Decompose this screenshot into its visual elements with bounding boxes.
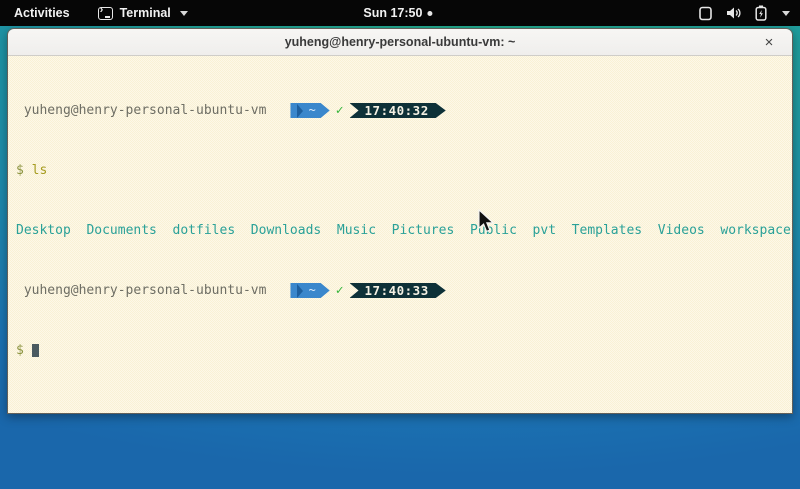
ls-entry: workspace (720, 223, 790, 238)
prompt-path: ~ (308, 283, 315, 298)
powerline-time-segment: 17:40:32 (350, 103, 446, 118)
ls-entry: pvt (533, 223, 556, 238)
activities-label: Activities (14, 6, 70, 20)
ls-entry: Videos (658, 223, 705, 238)
app-menu-label: Terminal (120, 6, 171, 20)
chevron-down-icon (180, 11, 188, 16)
prompt-line: yuheng@henry-personal-ubuntu-vm ~ ✓ 17:4… (16, 283, 792, 298)
window-titlebar[interactable]: yuheng@henry-personal-ubuntu-vm: ~ × (8, 29, 792, 56)
prompt-symbol: $ (16, 163, 24, 178)
prompt-symbol: $ (16, 343, 24, 358)
app-menu-terminal[interactable]: Terminal (94, 0, 192, 26)
activities-button[interactable]: Activities (10, 0, 74, 26)
desktop: Activities Terminal Sun 17:50 (0, 0, 800, 489)
powerline-path-segment: ~ (290, 283, 329, 298)
terminal-window: yuheng@henry-personal-ubuntu-vm: ~ × yuh… (7, 28, 793, 414)
prompt-path: ~ (308, 103, 315, 118)
notification-dot (427, 11, 432, 16)
clock-button[interactable]: Sun 17:50 (363, 0, 432, 26)
exit-status-check-icon: ✓ (336, 283, 344, 298)
system-status-area[interactable] (698, 0, 790, 26)
powerline-path-segment: ~ (290, 103, 329, 118)
ls-entry: Public (470, 223, 517, 238)
display-icon (698, 6, 713, 21)
ls-entry: Music (337, 223, 376, 238)
ls-entry: Pictures (392, 223, 455, 238)
command-line: $ ls (16, 163, 792, 178)
terminal-icon (98, 7, 113, 20)
powerline-separator-icon (297, 104, 303, 118)
ls-entry: Templates (572, 223, 642, 238)
chevron-down-icon (782, 11, 790, 16)
typed-command: ls (32, 163, 48, 178)
ls-entry: Downloads (251, 223, 321, 238)
top-bar: Activities Terminal Sun 17:50 (0, 0, 800, 26)
ls-output: Desktop Documents dotfiles Downloads Mus… (16, 223, 792, 238)
ls-entry: Desktop (16, 223, 71, 238)
volume-icon (726, 6, 742, 20)
prompt-line: yuheng@henry-personal-ubuntu-vm ~ ✓ 17:4… (16, 103, 792, 118)
ls-entry: dotfiles (173, 223, 236, 238)
close-button[interactable]: × (756, 29, 782, 55)
input-line: $ (16, 343, 792, 358)
prompt-user-host: yuheng@henry-personal-ubuntu-vm (24, 283, 267, 298)
powerline-time-segment: 17:40:33 (350, 283, 446, 298)
clock-label: Sun 17:50 (363, 6, 422, 20)
ls-entry: Documents (86, 223, 156, 238)
exit-status-check-icon: ✓ (336, 103, 344, 118)
window-title: yuheng@henry-personal-ubuntu-vm: ~ (285, 35, 516, 49)
battery-charging-icon (755, 5, 767, 21)
terminal-content[interactable]: yuheng@henry-personal-ubuntu-vm ~ ✓ 17:4… (8, 56, 792, 414)
text-cursor (32, 344, 39, 357)
powerline-separator-icon (297, 284, 303, 298)
prompt-user-host: yuheng@henry-personal-ubuntu-vm (24, 103, 267, 118)
